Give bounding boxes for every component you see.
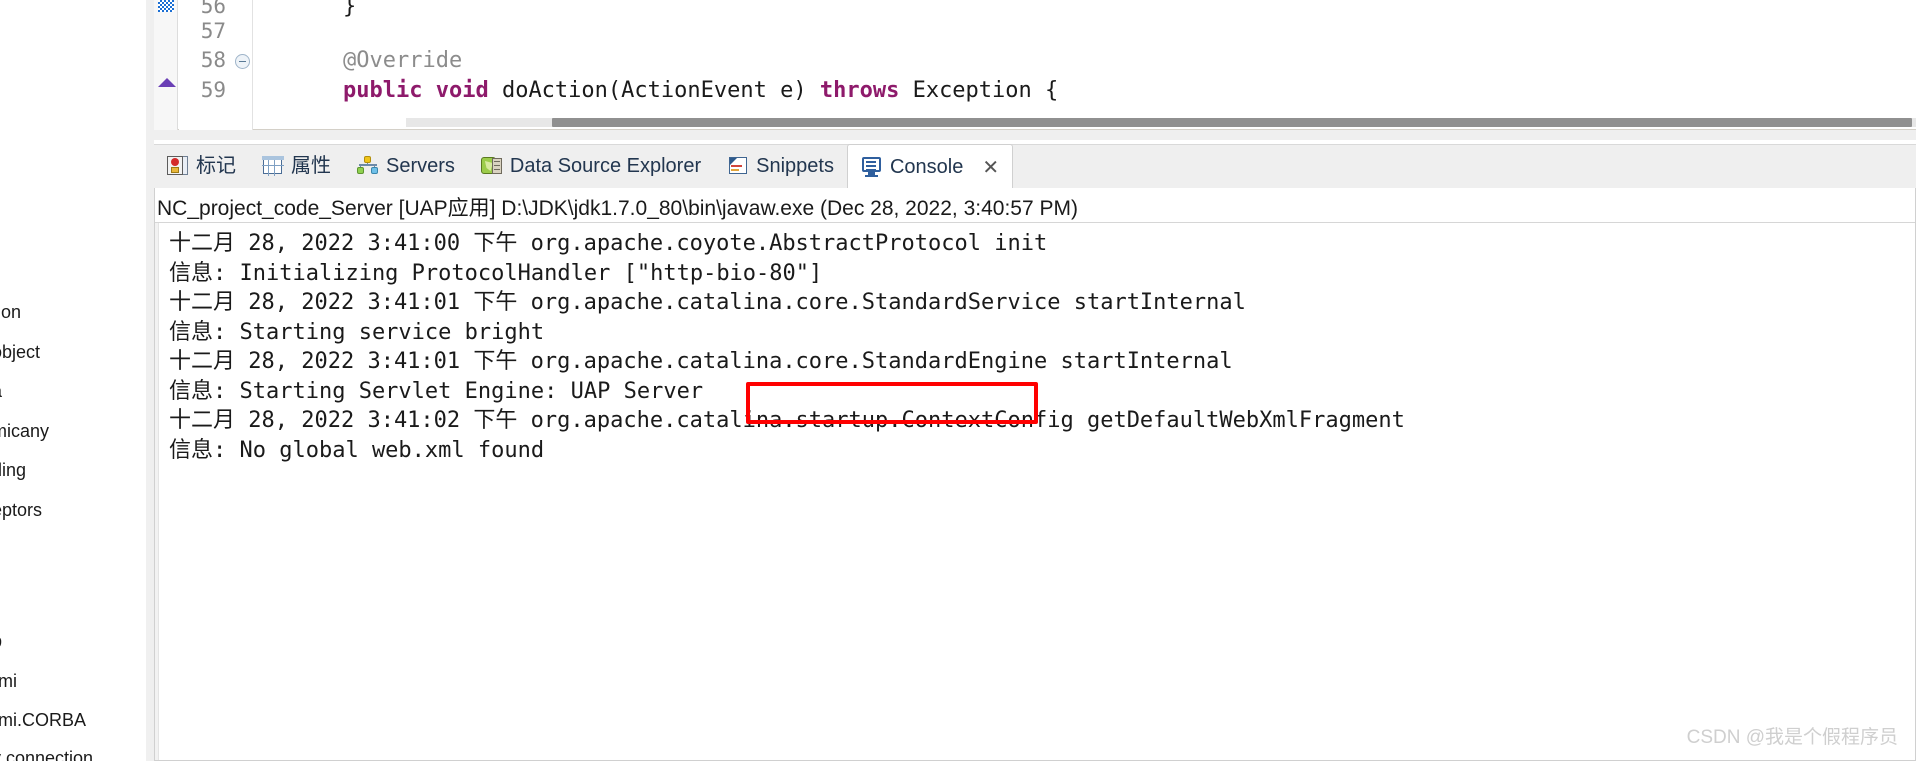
screenshot-root: tion object a micany ding eptors p rmi rmi.CORBA… bbox=[0, 0, 1916, 761]
console-log-line: 信息: No global web.xml found bbox=[169, 437, 545, 463]
console-output-area[interactable]: 十二月 28, 2022 3:41:00 下午 org.apache.coyot… bbox=[155, 223, 1915, 760]
tab-servers[interactable]: Servers bbox=[344, 144, 468, 188]
properties-icon bbox=[262, 156, 284, 176]
console-icon bbox=[861, 156, 883, 177]
code-token: doAction(ActionEvent e) bbox=[488, 78, 820, 103]
console-log-line: 信息: Starting Servlet Engine: UAP Server bbox=[169, 378, 704, 404]
editor-surface[interactable]: 56 57 58 59 } @Override public void doActio… bbox=[154, 0, 1916, 130]
outline-item-fragment[interactable]: p bbox=[0, 631, 2, 652]
tab-console[interactable]: Console ✕ bbox=[846, 144, 1014, 189]
editor-region: 56 57 58 59 } @Override public void doActio… bbox=[154, 0, 1916, 140]
line-number: 59 bbox=[200, 78, 226, 102]
bottom-view-stack: 标记 属性 Servers Data Source Explorer Snippets C… bbox=[154, 144, 1916, 761]
console-log-line: 十二月 28, 2022 3:41:00 下午 org.apache.coyot… bbox=[169, 231, 1048, 256]
outline-item-fragment[interactable]: y connection bbox=[0, 748, 93, 761]
editor-hscrollbar-thumb[interactable] bbox=[552, 118, 1912, 127]
tab-label: 属性 bbox=[291, 155, 331, 177]
tab-属性[interactable]: 属性 bbox=[249, 144, 344, 188]
code-token: } bbox=[290, 0, 357, 19]
view-tab-bar: 标记 属性 Servers Data Source Explorer Snippets C… bbox=[154, 144, 1916, 189]
close-icon[interactable]: ✕ bbox=[982, 157, 999, 177]
code-line[interactable]: public void doAction(ActionEvent e) thro… bbox=[290, 78, 1058, 103]
console-left-gutter bbox=[155, 223, 159, 760]
line-number: 58 bbox=[200, 48, 226, 72]
line-number: 57 bbox=[200, 19, 226, 43]
code-token: Exception { bbox=[899, 78, 1059, 103]
code-token: @Override bbox=[290, 48, 463, 73]
tab-snippets[interactable]: Snippets bbox=[714, 144, 847, 188]
editor-code-area[interactable]: } @Override public void doAction(ActionE… bbox=[254, 0, 1916, 130]
code-token: void bbox=[435, 78, 489, 103]
tab-label: 标记 bbox=[196, 155, 236, 177]
tab-label: Servers bbox=[386, 155, 455, 177]
code-token: throws bbox=[819, 78, 900, 103]
line-number: 56 bbox=[200, 0, 226, 18]
tab-标记[interactable]: 标记 bbox=[154, 144, 249, 188]
console-launch-config-label: NC_project_code_Server [UAP应用] D:\JDK\jd… bbox=[155, 188, 1915, 222]
tab-list: 标记 属性 Servers Data Source Explorer Snippets C… bbox=[154, 144, 1014, 189]
snippets-icon bbox=[727, 156, 749, 176]
csdn-watermark: CSDN @我是个假程序员 bbox=[1686, 727, 1898, 748]
tab-label: Console bbox=[889, 155, 964, 178]
tab-label: Snippets bbox=[756, 155, 834, 177]
code-token: public bbox=[342, 78, 423, 103]
outline-item-fragment[interactable]: micany bbox=[0, 421, 49, 442]
servers-icon bbox=[357, 156, 379, 176]
editor-annotation-ruler[interactable] bbox=[154, 0, 178, 130]
outline-item-fragment[interactable]: object bbox=[0, 342, 40, 363]
outline-item-fragment[interactable]: tion bbox=[0, 302, 21, 323]
outline-item-fragment[interactable]: eptors bbox=[0, 500, 42, 521]
left-truncated-panel: tion object a micany ding eptors p rmi rmi.CORBA… bbox=[0, 0, 150, 761]
outline-item-fragment[interactable]: ding bbox=[0, 460, 26, 481]
tab-data-source-explorer[interactable]: Data Source Explorer bbox=[468, 144, 714, 188]
bookmark-marker-icon[interactable] bbox=[158, 0, 174, 12]
console-log-line: 十二月 28, 2022 3:41:01 下午 org.apache.catal… bbox=[169, 290, 1246, 315]
console-log-line: 十二月 28, 2022 3:41:01 下午 org.apache.catal… bbox=[169, 349, 1233, 374]
outline-item-fragment[interactable]: a bbox=[0, 381, 2, 402]
tab-label: Data Source Explorer bbox=[509, 155, 702, 177]
console-log-line: 信息: Initializing ProtocolHandler ["http-… bbox=[169, 260, 823, 286]
bookmark-icon bbox=[167, 156, 189, 176]
outline-item-fragment[interactable]: rmi.CORBA bbox=[0, 710, 86, 731]
fold-collapse-icon[interactable] bbox=[235, 54, 250, 69]
code-line[interactable]: @Override bbox=[290, 48, 462, 73]
code-line[interactable]: } bbox=[290, 0, 356, 19]
outline-item-fragment[interactable]: rmi bbox=[0, 671, 17, 692]
editor-line-number-gutter: 56 57 58 59 bbox=[179, 0, 253, 130]
datasource-icon bbox=[480, 156, 503, 176]
console-log-line: 信息: Starting service bright bbox=[169, 319, 545, 345]
console-log-line: 十二月 28, 2022 3:41:02 下午 org.apache.catal… bbox=[169, 408, 1405, 433]
console-view: NC_project_code_Server [UAP应用] D:\JDK\jd… bbox=[154, 188, 1916, 761]
override-indicator-icon[interactable] bbox=[158, 78, 176, 87]
